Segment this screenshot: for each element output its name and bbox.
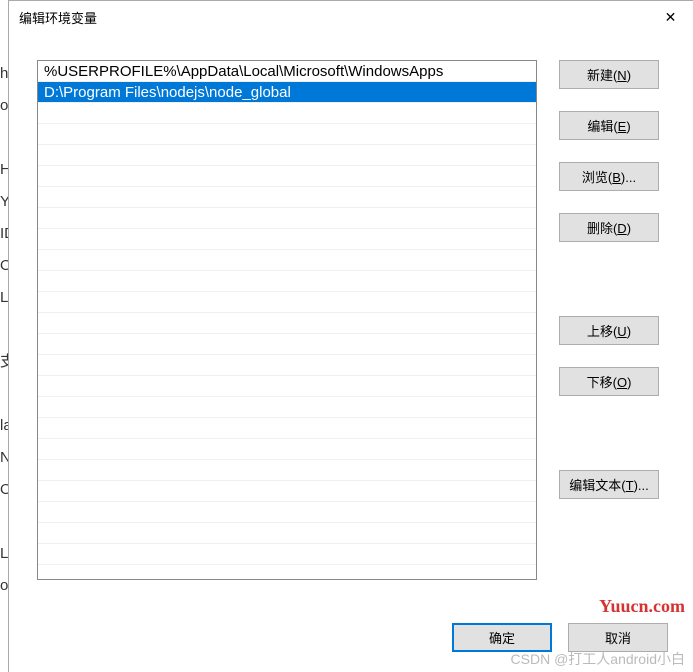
edit-button[interactable]: 编辑(E) — [559, 111, 659, 140]
move-up-button[interactable]: 上移(U) — [559, 316, 659, 345]
ok-button[interactable]: 确定 — [452, 623, 552, 652]
move-down-button[interactable]: 下移(O) — [559, 367, 659, 396]
cancel-button[interactable]: 取消 — [568, 623, 668, 652]
list-empty-row[interactable] — [38, 166, 536, 187]
list-empty-row[interactable] — [38, 397, 536, 418]
new-button[interactable]: 新建(N) — [559, 60, 659, 89]
browse-button[interactable]: 浏览(B)... — [559, 162, 659, 191]
list-item[interactable]: %USERPROFILE%\AppData\Local\Microsoft\Wi… — [38, 61, 536, 82]
watermark-yuucn: Yuucn.com — [599, 596, 685, 617]
edit-text-button[interactable]: 编辑文本(T)... — [559, 470, 659, 499]
list-empty-row[interactable] — [38, 334, 536, 355]
list-empty-row[interactable] — [38, 313, 536, 334]
list-item[interactable]: D:\Program Files\nodejs\node_global — [38, 82, 536, 103]
list-empty-row[interactable] — [38, 145, 536, 166]
dialog-footer: 确定 取消 — [452, 623, 668, 652]
list-empty-row[interactable] — [38, 502, 536, 523]
list-empty-row[interactable] — [38, 124, 536, 145]
list-empty-row[interactable] — [38, 544, 536, 565]
list-empty-row[interactable] — [38, 271, 536, 292]
list-empty-row[interactable] — [38, 439, 536, 460]
edit-env-var-dialog: 编辑环境变量 ✕ %USERPROFILE%\AppData\Local\Mic… — [8, 0, 693, 672]
list-empty-row[interactable] — [38, 523, 536, 544]
list-empty-row[interactable] — [38, 250, 536, 271]
dialog-content: %USERPROFILE%\AppData\Local\Microsoft\Wi… — [9, 33, 693, 590]
dialog-title: 编辑环境变量 — [19, 8, 97, 27]
delete-button[interactable]: 删除(D) — [559, 213, 659, 242]
buttons-column: 新建(N) 编辑(E) 浏览(B)... 删除(D) 上移(U) 下移(O) 编… — [559, 60, 659, 580]
list-empty-row[interactable] — [38, 376, 536, 397]
list-empty-row[interactable] — [38, 418, 536, 439]
list-empty-row[interactable] — [38, 292, 536, 313]
list-empty-row[interactable] — [38, 481, 536, 502]
titlebar[interactable]: 编辑环境变量 ✕ — [9, 1, 693, 33]
list-empty-row[interactable] — [38, 187, 536, 208]
list-empty-row[interactable] — [38, 208, 536, 229]
close-button[interactable]: ✕ — [648, 2, 693, 32]
list-empty-row[interactable] — [38, 103, 536, 124]
list-empty-row[interactable] — [38, 229, 536, 250]
list-empty-row[interactable] — [38, 355, 536, 376]
close-icon: ✕ — [665, 9, 677, 26]
list-empty-row[interactable] — [38, 460, 536, 481]
watermark-csdn: CSDN @打工人android小白 — [511, 649, 685, 669]
path-listbox[interactable]: %USERPROFILE%\AppData\Local\Microsoft\Wi… — [37, 60, 537, 580]
